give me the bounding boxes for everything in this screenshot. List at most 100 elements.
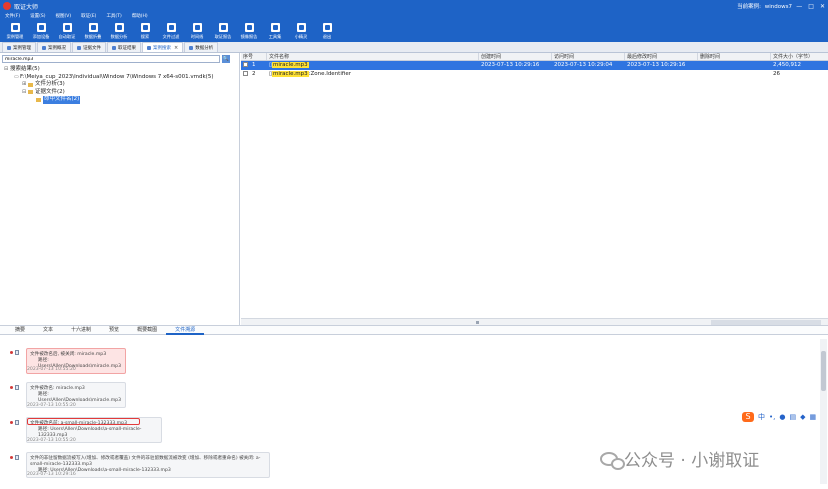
menu-file[interactable]: 文件(F): [5, 13, 20, 19]
column-header-modified[interactable]: 最后修改时间: [625, 53, 698, 60]
trace-time: 2023-07-13 10:55:20: [27, 403, 76, 408]
search-button[interactable]: 搜索: [134, 20, 156, 42]
data-analysis-icon: [189, 45, 194, 50]
cell-accessed: 2023-07-13 10:29:04: [554, 62, 613, 68]
trace-time: 2023-07-13 10:29:16: [27, 472, 76, 477]
menu-settings[interactable]: 设置(S): [30, 13, 45, 19]
highlight-box: [27, 418, 140, 425]
tab-hex[interactable]: 十六进制: [62, 326, 100, 335]
keyboard-icon[interactable]: ▤: [789, 413, 796, 421]
ime-mode[interactable]: 中: [758, 412, 765, 422]
skin-icon[interactable]: ◆: [800, 413, 805, 421]
tree-node-hit-filenames[interactable]: 命中文件名(2): [4, 96, 239, 104]
cell-size: 26: [773, 71, 780, 77]
toolset-icon: [270, 23, 280, 32]
add-device-icon: [36, 23, 46, 32]
sprite-button[interactable]: 小精灵: [290, 20, 312, 42]
document-icon: [15, 350, 19, 355]
add-device-button[interactable]: 添加设备: [30, 20, 52, 42]
minimize-button[interactable]: —: [796, 3, 802, 10]
case-management-icon: [7, 45, 11, 50]
document-icon: [15, 420, 19, 425]
search-icon: 🔍: [222, 56, 230, 62]
toolset-button[interactable]: 工具集: [264, 20, 286, 42]
column-header-created[interactable]: 创建时间: [479, 53, 552, 60]
search-icon: [140, 23, 150, 32]
search-input[interactable]: [2, 55, 220, 63]
tab-summary[interactable]: 摘要: [6, 326, 34, 335]
ime-punctuation[interactable]: •,: [769, 413, 775, 421]
row-checkbox[interactable]: [243, 62, 248, 67]
filename-highlight: miracle.mp3: [272, 62, 309, 68]
row-checkbox[interactable]: [243, 71, 248, 76]
column-header-accessed[interactable]: 访问时间: [552, 53, 625, 60]
grid-menu-icon[interactable]: ▦: [809, 413, 816, 421]
timeline-button[interactable]: 时间线: [186, 20, 208, 42]
data-fold-button[interactable]: 数据折叠: [82, 20, 104, 42]
case-management-icon: [10, 23, 20, 32]
data-analysis-button[interactable]: 数据分析: [108, 20, 130, 42]
maximize-button[interactable]: □: [808, 3, 814, 10]
document-tabs: 案例管理 案例概况 证据文件 取证结果 案例搜索 × 数据分析: [0, 42, 828, 53]
file-filter-icon: [166, 23, 176, 32]
tab-forensic-results[interactable]: 取证结果: [107, 42, 141, 52]
column-header-size[interactable]: 文件大小（字节）: [771, 53, 828, 60]
folder-icon: [36, 97, 41, 102]
tab-preview[interactable]: 预览: [100, 326, 128, 335]
cell-accessed: [552, 70, 625, 79]
tree-node-file-analysis[interactable]: ⊞ 文件分析(3): [4, 81, 239, 89]
menu-tools[interactable]: 工具(T): [106, 13, 121, 19]
tree-node-search-results[interactable]: ⊟ 搜索结果(5): [4, 66, 239, 74]
search-go-button[interactable]: 🔍: [222, 55, 230, 63]
trace-time: 2023-07-13 10:55:20: [27, 438, 76, 443]
column-header-number[interactable]: 序号: [241, 53, 267, 60]
table-row[interactable]: 1 ▯miracle.mp3 2023-07-13 10:29:16 2023-…: [241, 61, 828, 70]
tab-text[interactable]: 文本: [34, 326, 62, 335]
menu-view[interactable]: 视图(V): [55, 13, 71, 19]
close-button[interactable]: ✕: [820, 3, 825, 10]
tab-case-overview[interactable]: 案例概况: [37, 42, 71, 52]
column-header-filename[interactable]: 文件名称: [267, 53, 479, 60]
data-fold-icon: [88, 23, 98, 32]
ime-toolbar[interactable]: S 中 •, ● ▤ ◆ ▦: [742, 412, 816, 422]
report-icon: [218, 23, 228, 32]
table-row[interactable]: 2 ▯miracle.mp3:Zone.Identifier 26: [241, 70, 828, 79]
exit-icon: [322, 23, 332, 32]
column-header-deleted[interactable]: 删除时间: [698, 53, 771, 60]
cell-deleted: [698, 61, 771, 70]
trace-marker: [10, 420, 19, 426]
trace-dot-icon: [10, 386, 13, 389]
cell-deleted: [698, 70, 771, 79]
tree-node-image-file[interactable]: ▭ F:\Meiya_cup_2023\Individual\Window 7\W…: [4, 74, 239, 82]
tab-case-search[interactable]: 案例搜索 ×: [142, 42, 184, 52]
tab-data-analysis[interactable]: 数据分析: [184, 42, 219, 52]
tab-case-management[interactable]: 案例管理: [2, 42, 36, 52]
current-case-label: 当前案例:: [737, 4, 762, 10]
tab-evidence-files[interactable]: 证据文件: [72, 42, 106, 52]
scroll-grip-icon[interactable]: [476, 321, 479, 324]
forensic-results-icon: [112, 45, 116, 50]
image-report-icon: [244, 23, 254, 32]
search-results-tree: ⊟ 搜索结果(5) ▭ F:\Meiya_cup_2023\Individual\W…: [0, 66, 239, 104]
image-report-button[interactable]: 镜像报告: [238, 20, 260, 42]
vertical-scrollbar[interactable]: [820, 339, 827, 484]
document-icon: [15, 455, 19, 460]
exit-button[interactable]: 退出: [316, 20, 338, 42]
sogou-ime-icon[interactable]: S: [742, 412, 754, 422]
close-tab-icon[interactable]: ×: [174, 45, 178, 51]
menu-help[interactable]: 帮助(H): [132, 13, 148, 19]
microphone-icon[interactable]: ●: [779, 413, 785, 421]
tab-screenshot[interactable]: 概要截图: [128, 326, 166, 335]
case-management-button[interactable]: 案例管理: [4, 20, 26, 42]
tab-file-trace[interactable]: 文件溯源: [166, 326, 205, 335]
trace-dot-icon: [10, 351, 13, 354]
horizontal-scrollbar[interactable]: [241, 318, 828, 325]
toolbar: 案例管理 添加设备 自动取证 数据折叠 数据分析 搜索 文件过滤 时间线 取证报…: [0, 20, 828, 42]
trace-marker: [10, 385, 19, 391]
tree-node-evidence-files[interactable]: ⊟ 证据文件(2): [4, 89, 239, 97]
auto-forensics-button[interactable]: 自动取证: [56, 20, 78, 42]
scrollbar-thumb[interactable]: [821, 351, 826, 391]
report-button[interactable]: 取证报告: [212, 20, 234, 42]
file-filter-button[interactable]: 文件过滤: [160, 20, 182, 42]
menu-forensics[interactable]: 取证(E): [81, 13, 96, 19]
